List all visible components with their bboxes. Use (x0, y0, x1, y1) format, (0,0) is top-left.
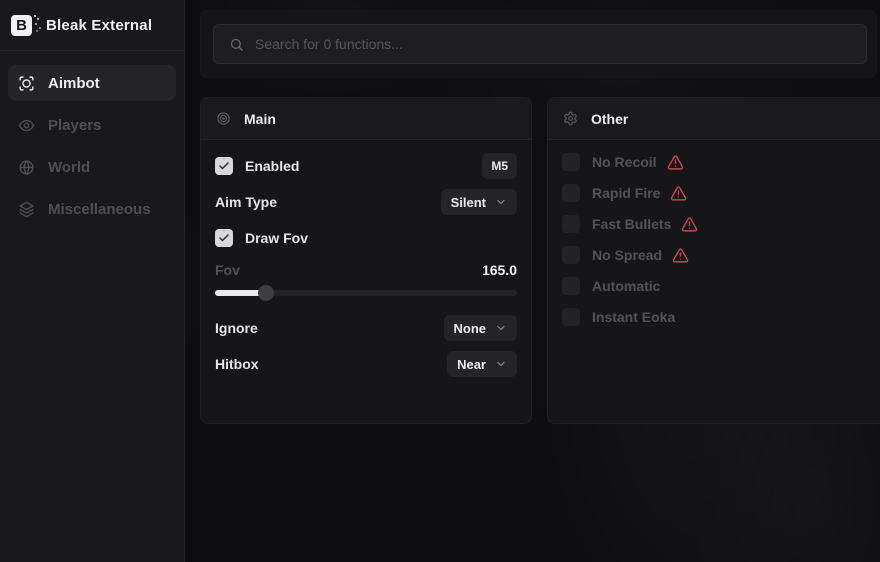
check-icon (218, 160, 230, 172)
main-panel-header: Main (201, 98, 531, 140)
other-panel-title: Other (591, 111, 628, 127)
content-area: Main Enabled M5 Aim Type Silent (200, 0, 880, 562)
main-panel: Main Enabled M5 Aim Type Silent (200, 97, 532, 424)
ignore-label: Ignore (215, 320, 258, 336)
instant-eoka-checkbox[interactable] (562, 308, 580, 326)
hitbox-label: Hitbox (215, 356, 259, 372)
sidebar-item-label: Miscellaneous (48, 201, 151, 218)
aim-type-row: Aim Type Silent (215, 189, 517, 215)
automatic-checkbox[interactable] (562, 277, 580, 295)
sidebar-item-label: Players (48, 117, 101, 134)
chevron-down-icon (495, 196, 507, 208)
instant-eoka-row: Instant Eoka (562, 308, 873, 326)
aim-type-select[interactable]: Silent (441, 189, 517, 215)
no-recoil-checkbox[interactable] (562, 153, 580, 171)
hitbox-select[interactable]: Near (447, 351, 517, 377)
ignore-row: Ignore None (215, 315, 517, 341)
main-panel-title: Main (244, 111, 276, 127)
search-input[interactable] (255, 36, 851, 52)
sidebar-item-aimbot[interactable]: Aimbot (8, 65, 176, 101)
sidebar-item-world[interactable]: World (8, 149, 176, 185)
no-recoil-label: No Recoil (592, 154, 657, 170)
panels-row: Main Enabled M5 Aim Type Silent (200, 97, 880, 424)
sidebar-item-miscellaneous[interactable]: Miscellaneous (8, 191, 176, 227)
chevron-down-icon (495, 322, 507, 334)
fast-bullets-label: Fast Bullets (592, 216, 671, 232)
fov-slider-thumb[interactable] (258, 285, 274, 301)
no-recoil-row: No Recoil (562, 153, 873, 171)
search-box (213, 24, 867, 64)
no-spread-row: No Spread (562, 246, 873, 264)
draw-fov-row: Draw Fov (215, 225, 517, 251)
hitbox-row: Hitbox Near (215, 351, 517, 377)
enabled-row: Enabled M5 (215, 153, 517, 179)
sidebar-nav: Aimbot Players World Miscellaneous (0, 51, 184, 227)
app-logo: B (11, 15, 32, 36)
rapid-fire-row: Rapid Fire (562, 184, 873, 202)
ignore-value: None (454, 321, 487, 336)
no-spread-label: No Spread (592, 247, 662, 263)
other-panel: Other No Recoil Rapid Fire (547, 97, 880, 424)
instant-eoka-label: Instant Eoka (592, 309, 675, 325)
enabled-keybind-badge[interactable]: M5 (482, 153, 517, 179)
warning-triangle-icon (670, 185, 687, 202)
hitbox-value: Near (457, 357, 486, 372)
automatic-row: Automatic (562, 277, 873, 295)
aim-type-label: Aim Type (215, 194, 277, 210)
crosshair-icon (18, 75, 35, 92)
fov-label: Fov (215, 262, 240, 278)
warning-triangle-icon (672, 247, 689, 264)
warning-triangle-icon (681, 216, 698, 233)
topbar (200, 10, 877, 78)
sidebar-header: B Bleak External (0, 0, 184, 51)
automatic-label: Automatic (592, 278, 660, 294)
eye-icon (18, 117, 35, 134)
sidebar-item-players[interactable]: Players (8, 107, 176, 143)
fast-bullets-checkbox[interactable] (562, 215, 580, 233)
main-panel-body: Enabled M5 Aim Type Silent D (201, 140, 531, 423)
search-icon (229, 37, 244, 52)
rapid-fire-checkbox[interactable] (562, 184, 580, 202)
sidebar-item-label: Aimbot (48, 75, 100, 92)
target-icon (216, 111, 231, 126)
sidebar: B Bleak External Aimbot Players World (0, 0, 185, 562)
fov-value: 165.0 (482, 262, 517, 278)
ignore-select[interactable]: None (444, 315, 518, 341)
fov-row: Fov 165.0 (215, 261, 517, 279)
app-title: Bleak External (46, 17, 152, 34)
warning-triangle-icon (667, 154, 684, 171)
aim-type-value: Silent (451, 195, 486, 210)
check-icon (218, 232, 230, 244)
chevron-down-icon (495, 358, 507, 370)
enabled-checkbox[interactable] (215, 157, 233, 175)
no-spread-checkbox[interactable] (562, 246, 580, 264)
draw-fov-checkbox[interactable] (215, 229, 233, 247)
fast-bullets-row: Fast Bullets (562, 215, 873, 233)
enabled-label: Enabled (245, 158, 299, 174)
rapid-fire-label: Rapid Fire (592, 185, 660, 201)
logo-particles-decoration (34, 15, 36, 17)
draw-fov-label: Draw Fov (245, 230, 308, 246)
other-panel-header: Other (548, 98, 880, 140)
sidebar-item-label: World (48, 159, 90, 176)
fov-slider[interactable] (215, 285, 517, 301)
layers-icon (18, 201, 35, 218)
gear-icon (563, 111, 578, 126)
other-panel-body: No Recoil Rapid Fire Fast Bullets (548, 140, 880, 423)
globe-icon (18, 159, 35, 176)
